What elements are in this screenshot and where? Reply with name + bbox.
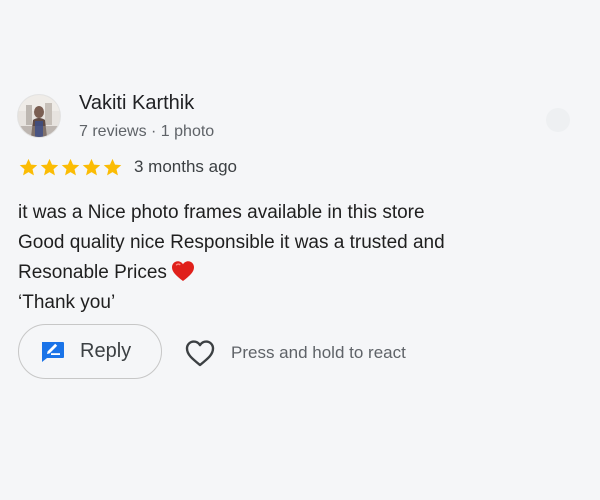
red-heart-emoji-icon	[171, 261, 194, 281]
review-line: Good quality nice Responsible it was a t…	[18, 232, 445, 253]
star-icon	[40, 158, 59, 175]
reply-edit-icon	[42, 341, 64, 362]
reply-label: Reply	[80, 340, 132, 362]
rating-row: 3 months ago	[18, 155, 237, 179]
star-icon	[61, 158, 80, 175]
review-line: Resonable Prices	[18, 262, 167, 283]
star-rating	[18, 157, 123, 178]
review-line: ‘Thank you’	[18, 292, 116, 313]
more-options-icon[interactable]	[546, 108, 570, 132]
reviewer-name[interactable]: Vakiti Karthik	[79, 90, 194, 116]
star-icon	[82, 158, 101, 175]
review-card: Vakiti Karthik 7 reviews · 1 photo 3 mon…	[0, 0, 600, 500]
star-icon	[19, 158, 38, 175]
avatar[interactable]	[18, 95, 60, 137]
heart-outline-icon[interactable]	[184, 338, 216, 368]
reviewer-meta: 7 reviews · 1 photo	[79, 123, 215, 140]
react-hint: Press and hold to react	[231, 343, 406, 362]
avatar-photo	[18, 95, 60, 137]
review-age: 3 months ago	[134, 157, 238, 176]
review-line-with-emoji: Resonable Prices	[18, 258, 558, 288]
review-line: it was a Nice photo frames available in …	[18, 202, 425, 223]
review-text: it was a Nice photo frames available in …	[18, 198, 558, 318]
star-icon	[103, 158, 122, 175]
reply-button[interactable]: Reply	[18, 324, 162, 379]
